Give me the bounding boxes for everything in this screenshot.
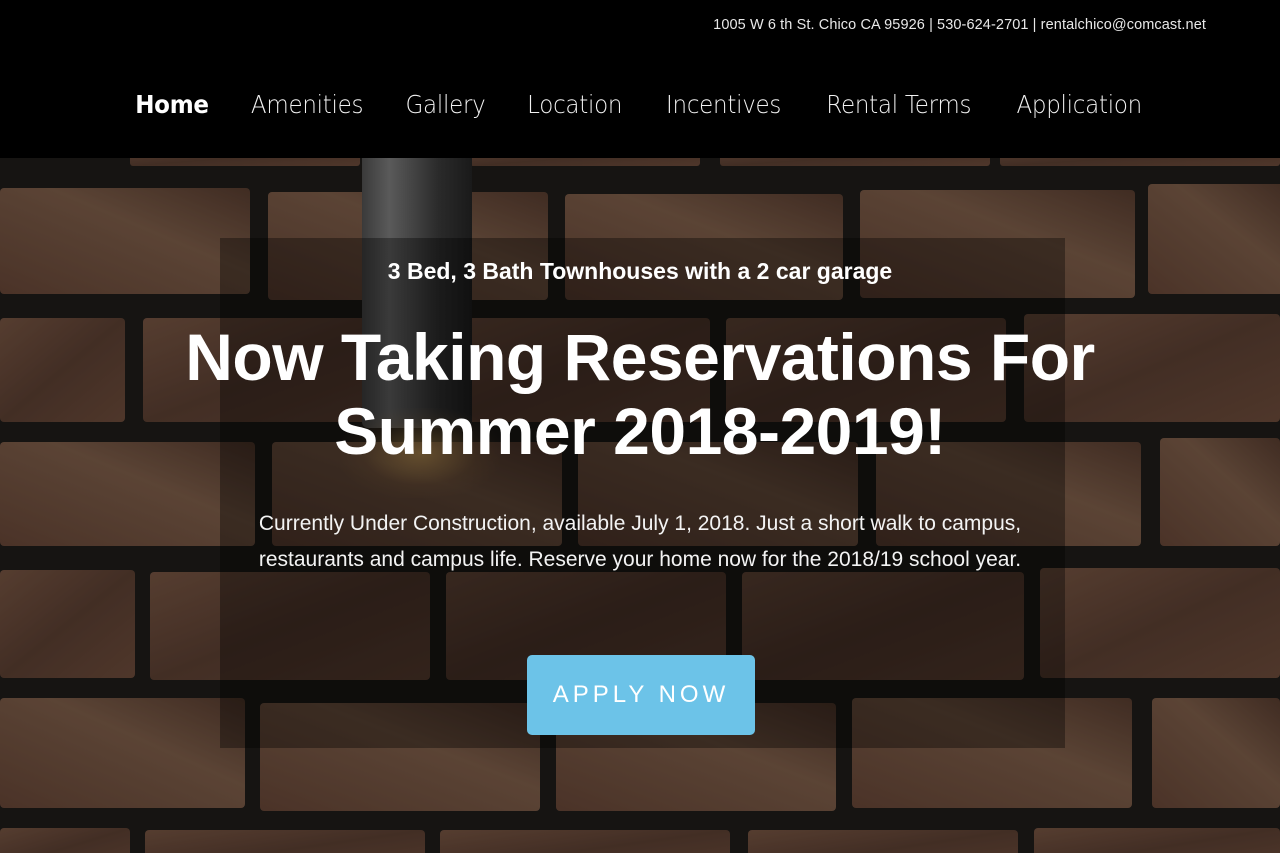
page: 1005 W 6 th St. Chico CA 95926 | 530-624…	[0, 0, 1280, 853]
hero-description-line2: restaurants and campus life. Reserve you…	[258, 548, 1022, 571]
contact-info: 1005 W 6 th St. Chico CA 95926 | 530-624…	[713, 17, 1206, 33]
hero-headline-line2: Summer 2018-2019!	[334, 394, 946, 468]
nav-item-rental-terms[interactable]: Rental Terms	[826, 90, 971, 119]
hero-section: 3 Bed, 3 Bath Townhouses with a 2 car ga…	[0, 158, 1280, 853]
nav-item-amenities[interactable]: Amenities	[251, 90, 364, 119]
hero-description-line1: Currently Under Construction, available …	[258, 512, 1022, 535]
hero-headline-line1: Now Taking Reservations For	[185, 320, 1095, 394]
hero-headline: Now Taking Reservations For Summer 2018-…	[0, 320, 1280, 468]
nav-item-incentives[interactable]: Incentives	[666, 90, 781, 119]
nav-item-application[interactable]: Application	[1017, 90, 1143, 119]
apply-now-button[interactable]: APPLY NOW	[527, 655, 755, 735]
main-nav: Home Amenities Gallery Location Incentiv…	[0, 90, 1280, 119]
nav-item-gallery[interactable]: Gallery	[406, 90, 486, 119]
hero-description: Currently Under Construction, available …	[0, 506, 1280, 578]
hero-tagline: 3 Bed, 3 Bath Townhouses with a 2 car ga…	[387, 258, 893, 284]
nav-item-location[interactable]: Location	[527, 90, 622, 119]
nav-item-home[interactable]: Home	[136, 90, 210, 119]
site-header: 1005 W 6 th St. Chico CA 95926 | 530-624…	[0, 0, 1280, 158]
